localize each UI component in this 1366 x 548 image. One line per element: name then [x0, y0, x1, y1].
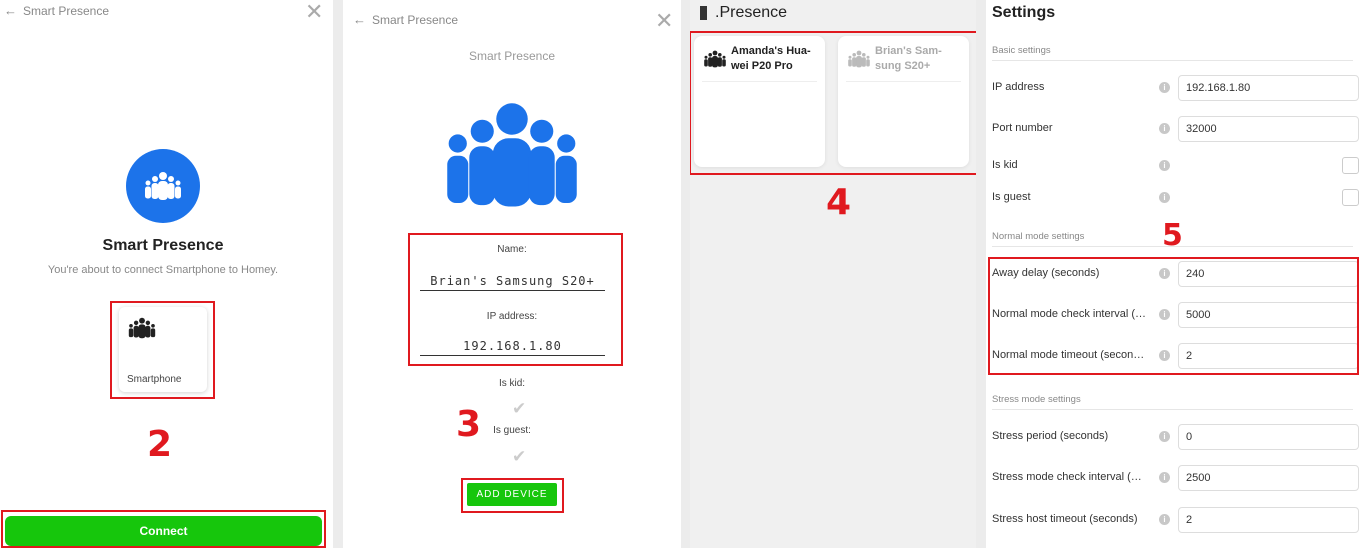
step-number: 4 — [826, 182, 852, 223]
add-device-button[interactable]: ADD DEVICE — [467, 483, 557, 506]
setting-label: Is guest — [992, 191, 1031, 203]
setting-is-kid: Is kid i — [992, 153, 1359, 179]
setting-input[interactable]: 5000 — [1178, 302, 1359, 328]
info-icon[interactable]: i — [1159, 192, 1170, 203]
is-kid-checkbox[interactable] — [1342, 157, 1359, 174]
info-icon[interactable]: i — [1159, 350, 1170, 361]
group-icon — [447, 103, 577, 207]
setting-away-delay: Away delay (seconds) i 240 — [992, 261, 1359, 287]
panel-header: ← Smart Presence — [353, 12, 458, 27]
setting-port-number: Port number i 32000 — [992, 116, 1359, 142]
is-kid-label: Is kid: — [498, 378, 526, 389]
header-title: Smart Presence — [372, 12, 459, 27]
name-label: Name: — [497, 244, 527, 255]
setting-label: Stress host timeout (seconds) — [992, 513, 1138, 525]
setting-input[interactable]: 2500 — [1178, 465, 1359, 491]
setting-label: Port number — [992, 122, 1053, 134]
pairing-connect-panel: ← Smart Presence ✕ Smart Presence You're… — [0, 0, 333, 548]
setting-input[interactable]: 2 — [1178, 343, 1359, 369]
info-icon[interactable]: i — [1159, 514, 1170, 525]
group-icon — [848, 50, 870, 68]
back-arrow-icon[interactable]: ← — [353, 12, 366, 27]
page-subtitle: You're about to connect Smartphone to Ho… — [47, 264, 279, 276]
setting-label: Stress period (seconds) — [992, 430, 1109, 442]
setting-label: Away delay (seconds) — [992, 267, 1100, 279]
panel-header: ← Smart Presence — [4, 3, 109, 18]
setting-normal-check-interval: Normal mode check interval (… i 5000 — [992, 302, 1359, 328]
is-guest-label: Is guest: — [493, 425, 531, 436]
device-name: Amanda's Hua-wei P20 Pro — [731, 45, 811, 72]
header-title: Smart Presence — [23, 3, 110, 18]
setting-label: Normal mode timeout (secon… — [992, 349, 1145, 361]
setting-input[interactable]: 240 — [1178, 261, 1359, 287]
ip-address-input[interactable] — [420, 336, 605, 356]
info-icon[interactable]: i — [1159, 268, 1170, 279]
info-icon[interactable]: i — [1159, 472, 1170, 483]
info-icon[interactable]: i — [1159, 431, 1170, 442]
app-logo — [126, 149, 200, 223]
basic-settings-heading: Basic settings — [992, 45, 1353, 61]
setting-stress-host-timeout: Stress host timeout (seconds) i 2 — [992, 507, 1359, 533]
step-number: 3 — [456, 404, 482, 445]
page-title: Smart Presence — [468, 49, 556, 63]
group-icon — [145, 172, 181, 200]
device-name: Brian's Sam-sung S20+ — [875, 45, 942, 72]
zone-icon — [700, 6, 707, 20]
is-guest-checkbox[interactable] — [1342, 189, 1359, 206]
is-kid-checkbox[interactable]: ✔ — [512, 399, 526, 419]
setting-label: Stress mode check interval (… — [992, 471, 1142, 483]
info-icon[interactable]: i — [1159, 123, 1170, 134]
name-input[interactable] — [420, 271, 605, 291]
zone-title-text: .Presence — [715, 4, 788, 21]
group-icon — [704, 50, 726, 68]
settings-panel: Settings Basic settings IP address i 192… — [986, 0, 1366, 548]
settings-title: Settings — [992, 4, 1056, 21]
setting-label: Normal mode check interval (… — [992, 308, 1147, 320]
setting-input[interactable]: 32000 — [1178, 116, 1359, 142]
setting-stress-period: Stress period (seconds) i 0 — [992, 424, 1359, 450]
group-icon — [128, 317, 156, 339]
setting-input[interactable]: 0 — [1178, 424, 1359, 450]
device-list-panel: .Presence Amanda's Hua-wei P20 Pro Brian… — [690, 0, 976, 548]
setting-input[interactable]: 2 — [1178, 507, 1359, 533]
setting-label: IP address — [992, 81, 1045, 93]
step-number: 2 — [147, 424, 173, 465]
divider — [846, 81, 961, 82]
device-type-label: Smartphone — [127, 374, 182, 385]
setting-input[interactable]: 192.168.1.80 — [1178, 75, 1359, 101]
device-tile-brian[interactable]: Brian's Sam-sung S20+ — [838, 36, 969, 167]
back-arrow-icon[interactable]: ← — [4, 3, 17, 18]
ip-address-label: IP address: — [486, 311, 538, 322]
setting-is-guest: Is guest i — [992, 185, 1359, 211]
info-icon[interactable]: i — [1159, 82, 1170, 93]
connect-button[interactable]: Connect — [5, 516, 322, 546]
pairing-form-panel: ← Smart Presence ✕ Smart Presence Name: … — [343, 0, 681, 548]
setting-normal-timeout: Normal mode timeout (secon… i 2 — [992, 343, 1359, 369]
close-icon[interactable]: ✕ — [655, 10, 673, 32]
device-type-card[interactable]: Smartphone — [119, 307, 207, 392]
info-icon[interactable]: i — [1159, 309, 1170, 320]
stress-mode-heading: Stress mode settings — [992, 394, 1353, 410]
close-icon[interactable]: ✕ — [305, 1, 323, 23]
page-title: Smart Presence — [102, 237, 224, 254]
info-icon[interactable]: i — [1159, 160, 1170, 171]
step-number: 5 — [1162, 218, 1183, 253]
device-tile-amanda[interactable]: Amanda's Hua-wei P20 Pro — [694, 36, 825, 167]
setting-label: Is kid — [992, 159, 1018, 171]
divider — [702, 81, 817, 82]
zone-title: .Presence — [700, 4, 787, 22]
setting-ip-address: IP address i 192.168.1.80 — [992, 75, 1359, 101]
is-guest-checkbox[interactable]: ✔ — [512, 447, 526, 467]
setting-stress-check-interval: Stress mode check interval (… i 2500 — [992, 465, 1359, 491]
